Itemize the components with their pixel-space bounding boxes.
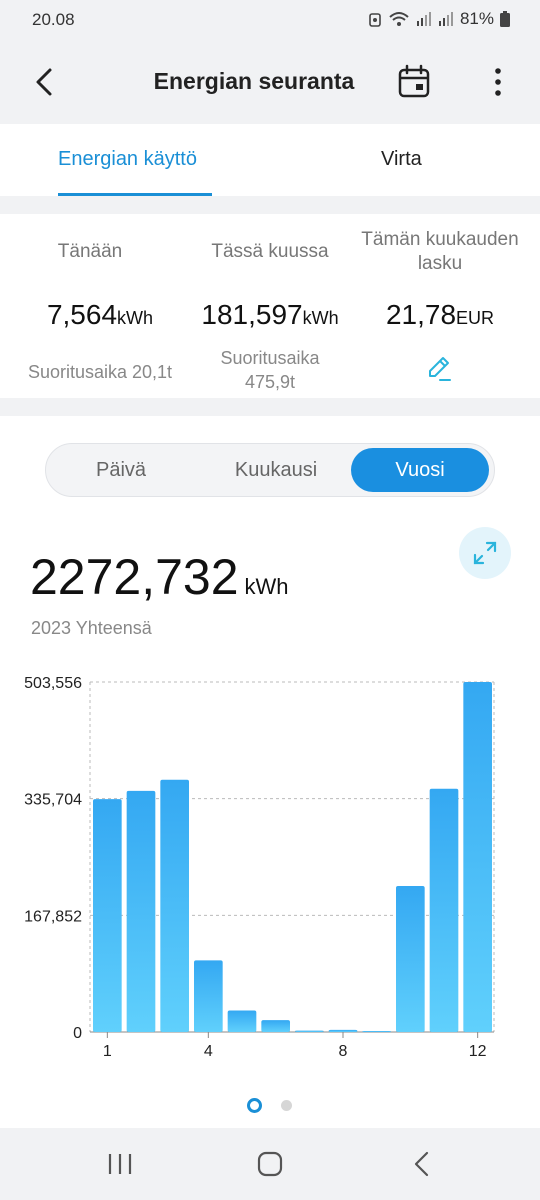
stat-bill-label: Tämän kuukauden lasku	[350, 228, 530, 276]
page-indicator	[0, 1098, 540, 1114]
chart-bar-11[interactable]	[429, 788, 459, 1032]
stat-bill-label-line1: Tämän kuukauden	[361, 229, 519, 250]
chart-bar-9[interactable]	[362, 1031, 391, 1032]
stat-month-runtime-line2: 475,9t	[244, 372, 296, 392]
stat-bill-unit: EUR	[456, 308, 495, 328]
stat-month-runtime-line1: Suoritusaika	[220, 348, 320, 368]
period-selector: Päivä Kuukausi Vuosi	[45, 443, 495, 497]
y-tick-label: 0	[73, 1025, 82, 1042]
chart-bar-4[interactable]	[194, 960, 223, 1032]
chart-bar-5[interactable]	[227, 1010, 257, 1032]
section-divider	[0, 196, 540, 214]
stat-bill-label-line2: lasku	[417, 253, 463, 274]
status-bar: 20.08 81%	[0, 0, 540, 40]
status-icons: 81%	[368, 9, 510, 29]
chart-bar-2[interactable]	[126, 790, 156, 1032]
app-bar: Energian seuranta	[0, 40, 540, 124]
system-nav-bar	[0, 1128, 540, 1200]
page-dot[interactable]	[281, 1100, 292, 1111]
signal-icon-2	[438, 12, 453, 26]
period-day-button[interactable]: Päivä	[56, 448, 186, 492]
chart-bar-1[interactable]	[93, 799, 122, 1032]
home-icon[interactable]	[250, 1148, 290, 1180]
stat-month-runtime: Suoritusaika 475,9t	[170, 346, 370, 394]
total-unit: kWh	[244, 574, 289, 599]
tab-power[interactable]: Virta	[381, 148, 422, 171]
stats-panel: Tänään Tässä kuussa Tämän kuukauden lask…	[0, 214, 540, 398]
section-divider-2	[0, 398, 540, 416]
back-icon[interactable]	[402, 1148, 442, 1180]
y-tick-label: 335,704	[24, 792, 82, 809]
recent-apps-icon[interactable]	[100, 1148, 140, 1180]
yearly-consumption-chart: 0 167,852 335,704 503,556 1 4 8 12	[24, 675, 495, 1060]
battery-percent: 81%	[459, 9, 494, 28]
stat-today-unit: kWh	[117, 308, 154, 328]
signal-icon	[416, 12, 431, 26]
tab-bar: Energian käyttö Virta	[0, 124, 540, 196]
total-consumption: 2272,732 kWh	[30, 548, 289, 606]
chart-bar-6[interactable]	[261, 1020, 290, 1032]
status-time: 20.08	[32, 10, 75, 29]
more-vertical-icon[interactable]	[484, 64, 512, 100]
chart-bar-3[interactable]	[160, 779, 189, 1032]
expand-icon[interactable]	[459, 527, 511, 579]
page-dot-active[interactable]	[247, 1098, 262, 1113]
calendar-icon[interactable]	[396, 64, 432, 100]
stat-today-number: 7,564	[46, 299, 118, 330]
stat-month-number: 181,597	[201, 299, 303, 330]
stat-month-label: Tässä kuussa	[211, 241, 329, 262]
stat-today-label: Tänään	[57, 241, 123, 262]
pencil-icon[interactable]	[424, 354, 454, 384]
period-year-button[interactable]: Vuosi	[351, 448, 489, 492]
wifi-icon	[389, 12, 409, 26]
chart-bar-8[interactable]	[328, 1029, 358, 1032]
notification-icon	[369, 13, 381, 27]
period-month-button[interactable]: Kuukausi	[206, 448, 346, 492]
y-tick-label: 167,852	[24, 908, 82, 925]
chart-bar-12[interactable]	[463, 682, 492, 1032]
x-tick-label: 12	[469, 1043, 487, 1060]
chart-bar-7[interactable]	[295, 1030, 324, 1032]
stat-month-unit: kWh	[302, 308, 339, 328]
battery-icon	[500, 11, 510, 27]
x-tick-label: 4	[204, 1043, 213, 1060]
chart-bar-10[interactable]	[396, 886, 425, 1032]
x-tick-label: 1	[103, 1043, 112, 1060]
total-label: 2023 Yhteensä	[31, 618, 152, 638]
total-value: 2272,732	[30, 549, 239, 605]
stat-bill-number: 21,78	[385, 299, 457, 330]
tab-energy-usage[interactable]: Energian käyttö	[58, 148, 197, 171]
stat-bill-value: 21,78EUR	[340, 299, 540, 331]
y-tick-label: 503,556	[24, 675, 82, 692]
x-tick-label: 8	[339, 1043, 348, 1060]
